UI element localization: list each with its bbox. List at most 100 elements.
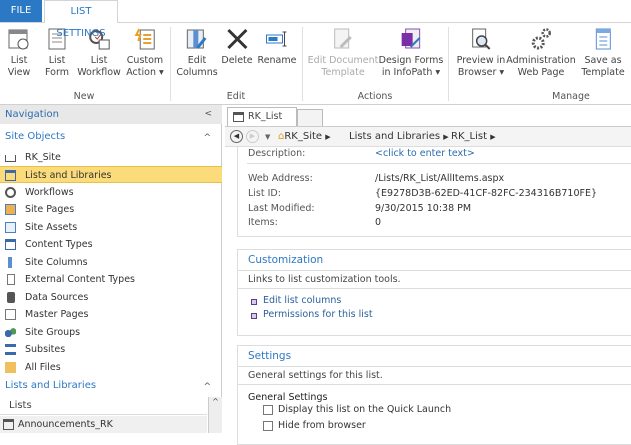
database-icon xyxy=(7,292,15,303)
nav-item-content-types[interactable]: Content Types xyxy=(0,236,222,253)
external-content-icon xyxy=(7,274,15,285)
delete-x-icon xyxy=(226,28,248,50)
customization-description: Links to list customization tools. xyxy=(238,271,631,289)
nav-item-workflows[interactable]: Workflows xyxy=(0,184,222,201)
custom-action-icon xyxy=(134,28,155,50)
group-separator xyxy=(302,27,303,101)
workflow-icon xyxy=(5,187,16,198)
site-objects-header[interactable]: Site Objects xyxy=(5,131,65,142)
scrollbar[interactable]: ^ xyxy=(208,397,222,433)
hide-from-browser-option[interactable]: Hide from browser xyxy=(238,420,631,436)
content-types-icon xyxy=(5,239,16,250)
group-separator xyxy=(448,27,449,101)
document-template-icon xyxy=(334,28,353,49)
nav-item-data-sources[interactable]: Data Sources xyxy=(0,289,222,306)
site-pages-icon xyxy=(5,204,16,215)
save-as-template-button[interactable]: Save as Template xyxy=(581,27,625,79)
chevron-up-icon[interactable]: ^ xyxy=(203,382,211,392)
group-label-manage: Manage xyxy=(552,91,590,102)
site-columns-icon xyxy=(8,257,12,268)
hide-from-browser-checkbox[interactable] xyxy=(263,421,273,431)
administration-web-page-button[interactable]: Administration Web Page xyxy=(506,27,576,79)
chevron-up-icon[interactable]: ^ xyxy=(203,133,211,143)
rename-button[interactable]: Rename xyxy=(258,27,296,67)
nav-item-site-groups[interactable]: Site Groups xyxy=(0,324,222,341)
nav-item-lists-and-libraries[interactable]: Lists and Libraries xyxy=(0,166,222,183)
settings-title: Settings xyxy=(238,346,631,367)
back-button[interactable]: ◀ xyxy=(230,130,243,143)
nav-item-site-columns[interactable]: Site Columns xyxy=(0,254,222,271)
edit-document-template-button[interactable]: Edit Document Template xyxy=(308,27,378,79)
home-icon xyxy=(5,155,16,162)
last-modified-label: Last Modified: xyxy=(248,203,315,214)
lists-subheader[interactable]: Lists xyxy=(0,397,207,415)
nav-item-site-pages[interactable]: Site Pages xyxy=(0,201,222,218)
nav-item-site-assets[interactable]: Site Assets xyxy=(0,219,222,236)
description-field[interactable]: <click to enter text> xyxy=(375,148,475,159)
nav-item-rk-site[interactable]: RK_Site xyxy=(0,149,222,166)
quick-launch-checkbox[interactable] xyxy=(263,405,273,415)
delete-button[interactable]: Delete xyxy=(221,27,253,67)
collapse-nav-button[interactable]: < xyxy=(204,105,212,124)
nav-item-external-content-types[interactable]: External Content Types xyxy=(0,271,222,288)
breadcrumb-item[interactable]: RK_List ▶ xyxy=(451,127,496,147)
preview-magnifier-icon xyxy=(472,28,491,50)
web-address-value: /Lists/RK_List/AllItems.aspx xyxy=(375,173,505,184)
permissions-link[interactable]: Permissions for this list xyxy=(238,309,631,323)
list-view-icon xyxy=(8,29,29,50)
rename-icon xyxy=(266,31,287,47)
items-label: Items: xyxy=(248,217,278,228)
forward-button[interactable]: ▶ xyxy=(246,130,259,143)
breadcrumb-item[interactable]: Lists and Libraries ▶ xyxy=(349,127,449,147)
items-value: 0 xyxy=(375,217,382,228)
new-tab-button[interactable] xyxy=(297,109,323,126)
site-assets-icon xyxy=(5,222,16,233)
design-forms-infopath-button[interactable]: Design Forms in InfoPath ▾ xyxy=(379,27,443,79)
scroll-up-button[interactable]: ^ xyxy=(209,397,222,406)
breadcrumb-item[interactable]: ⌂RK_Site ▶ xyxy=(278,127,331,147)
list-icon xyxy=(3,419,14,430)
nav-item-subsites[interactable]: Subsites xyxy=(0,341,222,358)
list-view-button[interactable]: List View xyxy=(7,27,31,79)
customization-section: Customization Links to list customizatio… xyxy=(237,249,631,336)
gears-icon xyxy=(531,28,551,50)
group-separator xyxy=(170,27,171,101)
divider xyxy=(247,163,631,164)
tab-list-settings[interactable]: LIST SETTINGS xyxy=(44,0,118,39)
nav-item-all-files[interactable]: All Files xyxy=(0,359,222,376)
folder-icon xyxy=(5,362,16,373)
description-label: Description: xyxy=(248,148,306,159)
template-icon xyxy=(595,28,611,50)
tab-file[interactable]: FILE xyxy=(0,0,42,22)
web-address-label: Web Address: xyxy=(248,173,313,184)
history-dropdown-icon[interactable]: ▼ xyxy=(265,127,270,147)
preview-in-browser-button[interactable]: Preview in Browser ▾ xyxy=(457,27,505,79)
quick-launch-option[interactable]: Display this list on the Quick Launch xyxy=(238,404,631,420)
nav-item-master-pages[interactable]: Master Pages xyxy=(0,306,222,323)
settings-section: Settings General settings for this list.… xyxy=(237,345,631,445)
edit-columns-icon xyxy=(186,29,207,49)
lists-and-libraries-header[interactable]: Lists and Libraries xyxy=(5,380,96,391)
sitemap-icon xyxy=(5,344,16,355)
navigation-pane: Navigation < Site Objects ^ RK_Site Lists … xyxy=(0,105,222,433)
group-label-edit: Edit xyxy=(226,91,246,102)
edit-list-columns-link[interactable]: Edit list columns xyxy=(238,295,631,309)
list-icon xyxy=(233,112,244,122)
custom-action-button[interactable]: Custom Action ▾ xyxy=(126,27,164,79)
main-content: RK_List ◀ ▶ ▼ ⌂RK_Site ▶ Lists and Libra… xyxy=(225,105,631,445)
list-id-label: List ID: xyxy=(248,188,281,199)
breadcrumb: ◀ ▶ ▼ ⌂RK_Site ▶ Lists and Libraries ▶ R… xyxy=(225,126,631,147)
general-settings-heading: General Settings xyxy=(248,392,328,403)
group-label-actions: Actions xyxy=(357,91,393,102)
infopath-icon xyxy=(401,28,421,49)
list-item[interactable]: Announcements_RK xyxy=(0,416,207,433)
group-label-new: New xyxy=(73,91,95,102)
master-pages-icon xyxy=(5,309,16,320)
customization-title: Customization xyxy=(238,250,631,271)
settings-description: General settings for this list. xyxy=(238,367,631,385)
tab-rk-list[interactable]: RK_List xyxy=(227,107,297,126)
last-modified-value: 9/30/2015 10:38 PM xyxy=(375,203,472,214)
navigation-header: Navigation < xyxy=(0,105,222,124)
users-icon xyxy=(5,327,16,338)
edit-columns-button[interactable]: Edit Columns xyxy=(176,27,218,79)
